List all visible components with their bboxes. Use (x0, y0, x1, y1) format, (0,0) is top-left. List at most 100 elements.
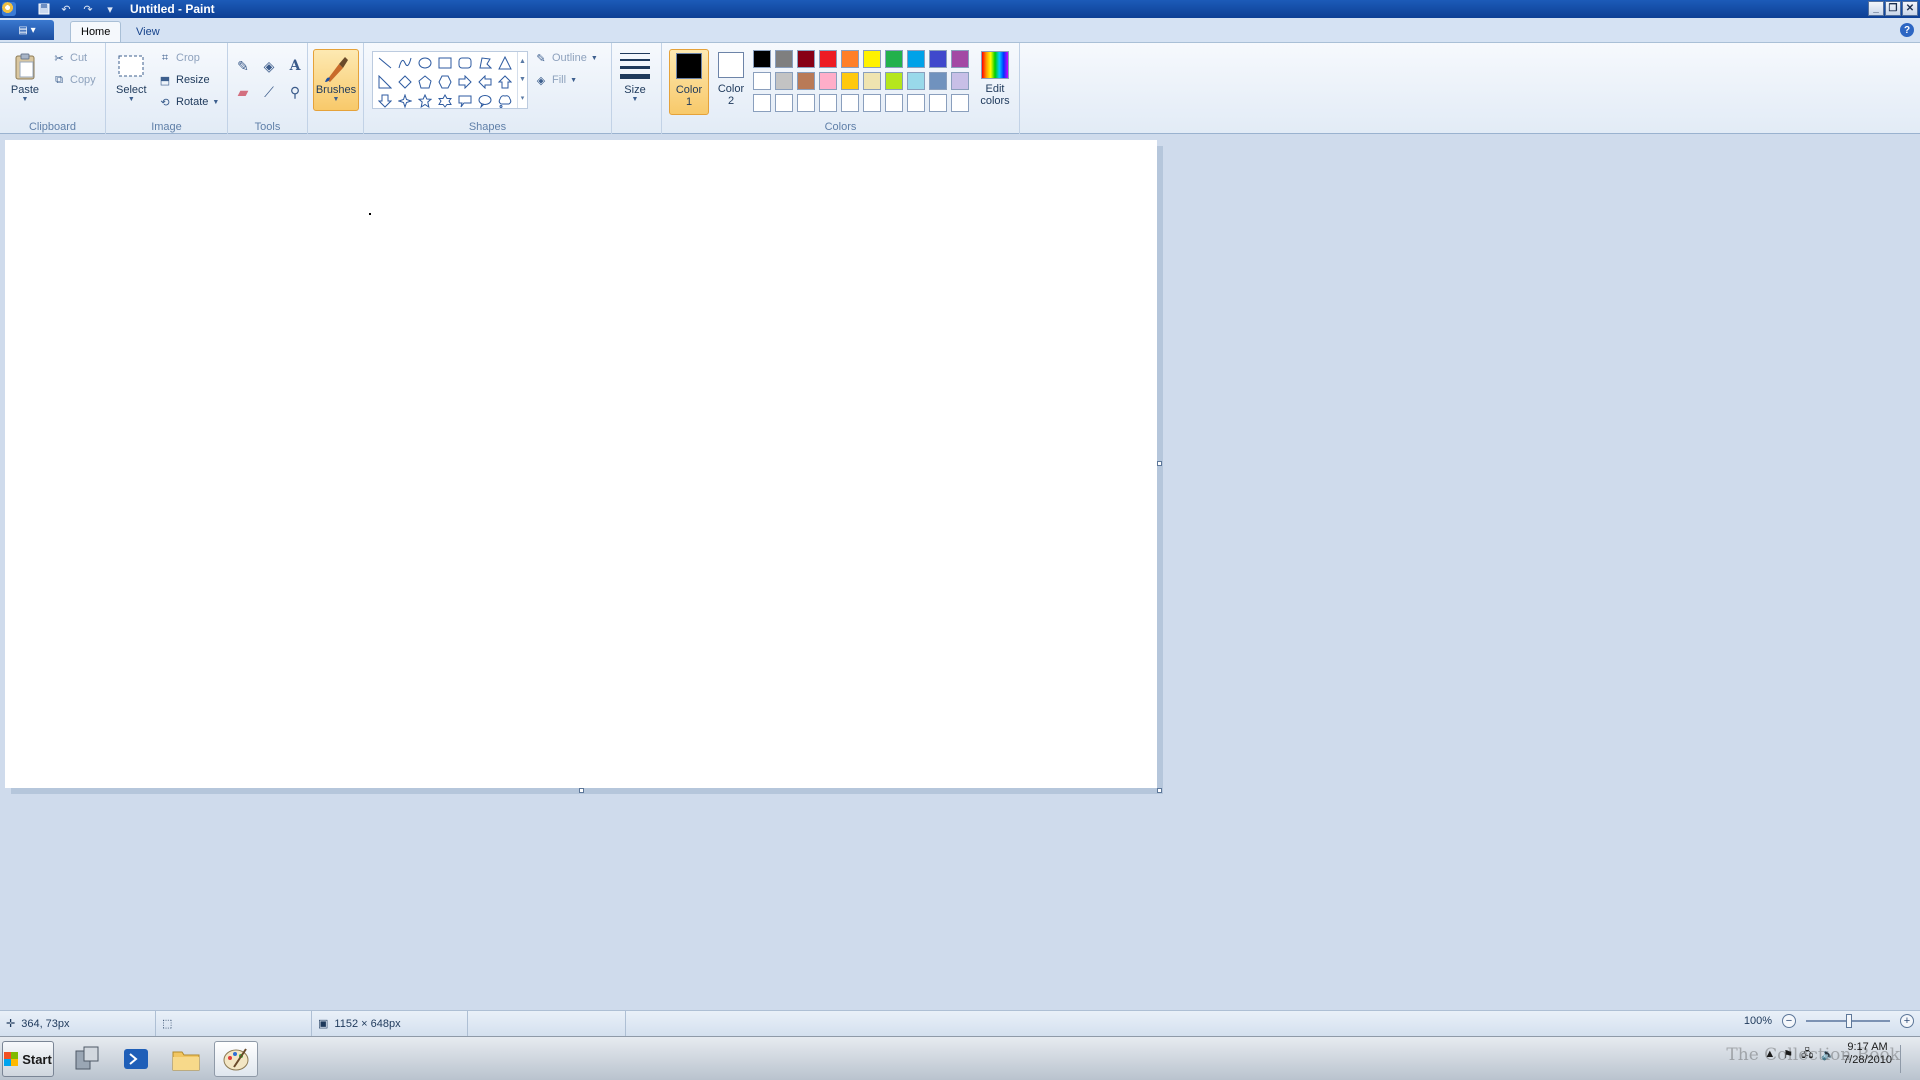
edit-colors-button[interactable]: Edit colors (974, 51, 1016, 107)
fill-bucket-icon[interactable]: ◈ (258, 55, 280, 77)
rectangle-shape-icon[interactable] (435, 54, 455, 72)
start-button[interactable]: Start (2, 1041, 54, 1077)
palette-swatch[interactable] (929, 50, 947, 68)
palette-swatch[interactable] (797, 50, 815, 68)
five-point-star-shape-icon[interactable] (415, 92, 435, 110)
resize-handle-right[interactable] (1157, 461, 1162, 466)
palette-swatch[interactable] (775, 50, 793, 68)
right-triangle-shape-icon[interactable] (375, 73, 395, 91)
minimize-button[interactable]: _ (1868, 1, 1884, 16)
four-point-star-shape-icon[interactable] (395, 92, 415, 110)
cut-button[interactable]: ✂ Cut (52, 51, 87, 65)
palette-swatch[interactable] (775, 72, 793, 90)
zoom-in-icon[interactable]: + (1900, 1014, 1914, 1028)
redo-icon[interactable]: ↷ (80, 2, 96, 16)
shapes-scrollbar[interactable]: ▲ ▼ ▾ (517, 52, 527, 108)
palette-swatch[interactable] (863, 72, 881, 90)
palette-swatch[interactable] (929, 72, 947, 90)
rotate-button[interactable]: ⟲ Rotate ▼ (158, 95, 219, 109)
cloud-callout-shape-icon[interactable] (495, 92, 515, 110)
show-hidden-icons-icon[interactable]: ▲ (1764, 1048, 1775, 1060)
left-arrow-shape-icon[interactable] (475, 73, 495, 91)
palette-swatch[interactable] (841, 94, 859, 112)
oval-shape-icon[interactable] (415, 54, 435, 72)
palette-swatch[interactable] (819, 50, 837, 68)
diamond-shape-icon[interactable] (395, 73, 415, 91)
outline-button[interactable]: ✎ Outline ▼ (534, 51, 597, 65)
palette-swatch[interactable] (797, 72, 815, 90)
color2-button[interactable]: Color 2 (711, 49, 751, 115)
palette-swatch[interactable] (951, 94, 969, 112)
magnifier-icon[interactable]: ⚲ (284, 81, 306, 103)
triangle-shape-icon[interactable] (495, 54, 515, 72)
scroll-up-icon[interactable]: ▲ (519, 58, 526, 65)
paint-menu-button[interactable]: ▤ ▾ (0, 20, 54, 40)
scroll-down-icon[interactable]: ▼ (519, 76, 526, 83)
save-icon[interactable] (36, 2, 52, 16)
show-desktop-button[interactable] (1900, 1045, 1918, 1073)
paste-button[interactable]: Paste ▼ (10, 51, 40, 103)
rounded-rectangle-shape-icon[interactable] (455, 54, 475, 72)
color-picker-icon[interactable]: ⟋ (258, 81, 280, 103)
rect-callout-shape-icon[interactable] (455, 92, 475, 110)
pentagon-shape-icon[interactable] (415, 73, 435, 91)
clock[interactable]: 9:17 AM 7/28/2010 (1843, 1041, 1892, 1067)
close-button[interactable]: ✕ (1902, 1, 1918, 16)
hexagon-shape-icon[interactable] (435, 73, 455, 91)
oval-callout-shape-icon[interactable] (475, 92, 495, 110)
six-point-star-shape-icon[interactable] (435, 92, 455, 110)
up-arrow-shape-icon[interactable] (495, 73, 515, 91)
brushes-button[interactable]: Brushes ▼ (313, 49, 359, 111)
action-center-icon[interactable]: ⚑ (1783, 1048, 1793, 1061)
palette-swatch[interactable] (885, 72, 903, 90)
undo-icon[interactable]: ↶ (58, 2, 74, 16)
palette-swatch[interactable] (753, 94, 771, 112)
palette-swatch[interactable] (819, 72, 837, 90)
palette-swatch[interactable] (907, 94, 925, 112)
drawing-canvas[interactable] (5, 140, 1157, 788)
customize-qat-icon[interactable]: ▾ (102, 2, 118, 16)
paint-app-icon[interactable] (2, 2, 16, 16)
palette-swatch[interactable] (885, 94, 903, 112)
zoom-slider-thumb[interactable] (1846, 1014, 1852, 1028)
palette-swatch[interactable] (775, 94, 793, 112)
palette-swatch[interactable] (907, 50, 925, 68)
fill-button[interactable]: ◈ Fill ▼ (534, 73, 577, 87)
palette-swatch[interactable] (841, 50, 859, 68)
help-icon[interactable]: ? (1900, 23, 1914, 37)
palette-swatch[interactable] (951, 50, 969, 68)
text-tool-icon[interactable]: A (284, 55, 306, 77)
explorer-taskbar-button[interactable] (164, 1041, 208, 1077)
expand-gallery-icon[interactable]: ▾ (521, 94, 525, 102)
size-button[interactable]: Size ▼ (620, 51, 650, 103)
powershell-taskbar-button[interactable] (114, 1041, 158, 1077)
line-shape-icon[interactable] (375, 54, 395, 72)
palette-swatch[interactable] (863, 50, 881, 68)
right-arrow-shape-icon[interactable] (455, 73, 475, 91)
restore-button[interactable]: ❐ (1885, 1, 1901, 16)
down-arrow-shape-icon[interactable] (375, 92, 395, 110)
eraser-icon[interactable]: ▰ (232, 81, 254, 103)
select-button[interactable]: Select ▼ (116, 51, 147, 103)
server-manager-taskbar-button[interactable] (64, 1041, 108, 1077)
curve-shape-icon[interactable] (395, 54, 415, 72)
paint-taskbar-button[interactable] (214, 1041, 258, 1077)
palette-swatch[interactable] (907, 72, 925, 90)
palette-swatch[interactable] (841, 72, 859, 90)
crop-button[interactable]: ⌗ Crop (158, 51, 200, 65)
palette-swatch[interactable] (753, 50, 771, 68)
resize-handle-corner[interactable] (1157, 788, 1162, 793)
palette-swatch[interactable] (863, 94, 881, 112)
palette-swatch[interactable] (753, 72, 771, 90)
palette-swatch[interactable] (819, 94, 837, 112)
polygon-shape-icon[interactable] (475, 54, 495, 72)
copy-button[interactable]: ⧉ Copy (52, 73, 96, 87)
pencil-icon[interactable]: ✎ (232, 55, 254, 77)
resize-handle-bottom[interactable] (579, 788, 584, 793)
palette-swatch[interactable] (797, 94, 815, 112)
palette-swatch[interactable] (929, 94, 947, 112)
canvas-workspace[interactable] (0, 134, 1920, 1010)
palette-swatch[interactable] (885, 50, 903, 68)
volume-icon[interactable]: 🔈 (1821, 1048, 1835, 1061)
palette-swatch[interactable] (951, 72, 969, 90)
